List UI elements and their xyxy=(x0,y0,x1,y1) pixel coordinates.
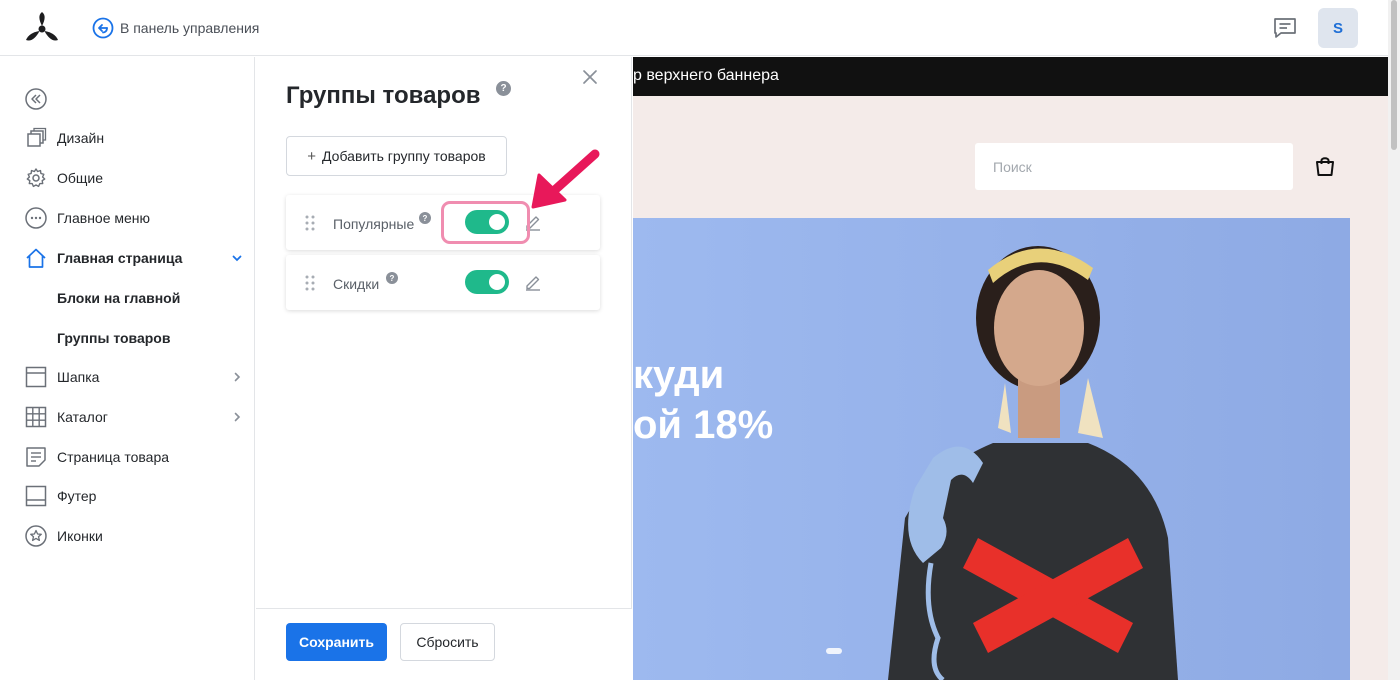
footer-icon xyxy=(25,485,47,507)
user-avatar[interactable]: S xyxy=(1318,8,1358,48)
sidebar-item-general[interactable]: Общие xyxy=(0,163,255,193)
close-icon[interactable] xyxy=(582,69,598,85)
group-name: Скидки xyxy=(333,276,380,292)
chevron-right-icon xyxy=(234,412,241,422)
sidebar-item-label: Шапка xyxy=(57,369,100,385)
star-icon xyxy=(25,525,47,547)
sidebar-item-design[interactable]: Дизайн xyxy=(0,123,255,153)
sidebar-item-label: Футер xyxy=(57,488,97,504)
toggle-knob xyxy=(489,274,505,290)
scrollbar-thumb[interactable] xyxy=(1391,0,1397,150)
sidebar-item-label: Главная страница xyxy=(57,250,183,266)
sidebar-item-label: Страница товара xyxy=(57,449,170,465)
group-visibility-toggle[interactable] xyxy=(465,270,509,294)
product-group-card: Скидки ? xyxy=(286,255,600,310)
help-icon[interactable]: ? xyxy=(496,81,511,96)
app-logo-icon[interactable] xyxy=(22,10,62,46)
sidebar-item-icons[interactable]: Иконки xyxy=(0,521,255,551)
sidebar-item-home-page[interactable]: Главная страница xyxy=(0,243,255,273)
sidebar-item-main-menu[interactable]: Главное меню xyxy=(0,203,255,233)
group-name: Популярные xyxy=(333,216,415,232)
grid-icon xyxy=(25,406,47,428)
carousel-dots[interactable] xyxy=(826,648,842,654)
panel-footer: Сохранить Сбросить xyxy=(256,608,632,680)
help-icon[interactable]: ? xyxy=(386,272,398,284)
plus-icon: + xyxy=(307,147,317,165)
top-banner-bar: р верхнего баннера xyxy=(633,57,1388,96)
sidebar-item-label: Группы товаров xyxy=(57,330,171,346)
drag-handle-icon[interactable] xyxy=(304,214,316,232)
hero-image xyxy=(633,218,1350,680)
shopping-bag-icon[interactable] xyxy=(1314,155,1336,177)
add-product-group-button[interactable]: + Добавить группу товаров xyxy=(286,136,507,176)
store-preview: р верхнего баннера Поиск куди ой 18% xyxy=(633,57,1388,680)
save-button[interactable]: Сохранить xyxy=(286,623,387,661)
store-search-input[interactable] xyxy=(975,143,1293,190)
sidebar-item-label: Дизайн xyxy=(57,130,105,146)
document-icon xyxy=(26,447,46,467)
hero-banner[interactable]: куди ой 18% xyxy=(633,218,1350,680)
chat-icon[interactable] xyxy=(1272,16,1298,40)
edit-pencil-icon[interactable] xyxy=(524,273,542,291)
back-link-label: В панель управления xyxy=(120,20,260,36)
gear-icon xyxy=(26,168,46,188)
sidebar-item-footer[interactable]: Футер xyxy=(0,481,255,511)
sidebar-item-catalog[interactable]: Каталог xyxy=(0,402,255,432)
sidebar: Дизайн Общие Главное меню Главная страни… xyxy=(0,57,255,680)
sidebar-item-header[interactable]: Шапка xyxy=(0,362,255,392)
help-icon[interactable]: ? xyxy=(419,212,431,224)
banner-headline-line2: ой 18% xyxy=(633,403,774,447)
sidebar-item-product-groups[interactable]: Группы товаров xyxy=(0,323,255,353)
menu-dots-icon xyxy=(25,207,47,229)
collapse-sidebar-icon[interactable] xyxy=(25,88,47,110)
back-arrow-icon xyxy=(92,17,114,39)
top-banner-text: р верхнего баннера xyxy=(633,67,779,84)
banner-headline-line1: куди xyxy=(633,353,725,397)
product-groups-panel: Группы товаров ? + Добавить группу товар… xyxy=(256,57,632,680)
reset-button[interactable]: Сбросить xyxy=(400,623,495,661)
sidebar-item-label: Общие xyxy=(57,170,104,186)
sidebar-item-label: Главное меню xyxy=(57,210,151,226)
add-button-label: Добавить группу товаров xyxy=(322,148,486,164)
sidebar-item-product-page[interactable]: Страница товара xyxy=(0,442,255,472)
design-icon xyxy=(27,127,47,147)
home-icon xyxy=(26,248,46,268)
toggle-highlight-annotation xyxy=(441,201,530,244)
sidebar-item-label: Иконки xyxy=(57,528,103,544)
drag-handle-icon[interactable] xyxy=(304,274,316,292)
top-bar: В панель управления S xyxy=(0,0,1388,56)
panel-title: Группы товаров xyxy=(286,82,481,109)
sidebar-item-label: Блоки на главной xyxy=(57,290,181,306)
sidebar-item-home-blocks[interactable]: Блоки на главной xyxy=(0,283,255,313)
sidebar-item-label: Каталог xyxy=(57,409,108,425)
chevron-right-icon xyxy=(234,372,241,382)
back-to-dashboard-link[interactable]: В панель управления xyxy=(92,16,259,40)
chevron-down-icon xyxy=(232,255,242,262)
header-icon xyxy=(25,366,47,388)
page-scrollbar[interactable] xyxy=(1388,0,1400,680)
